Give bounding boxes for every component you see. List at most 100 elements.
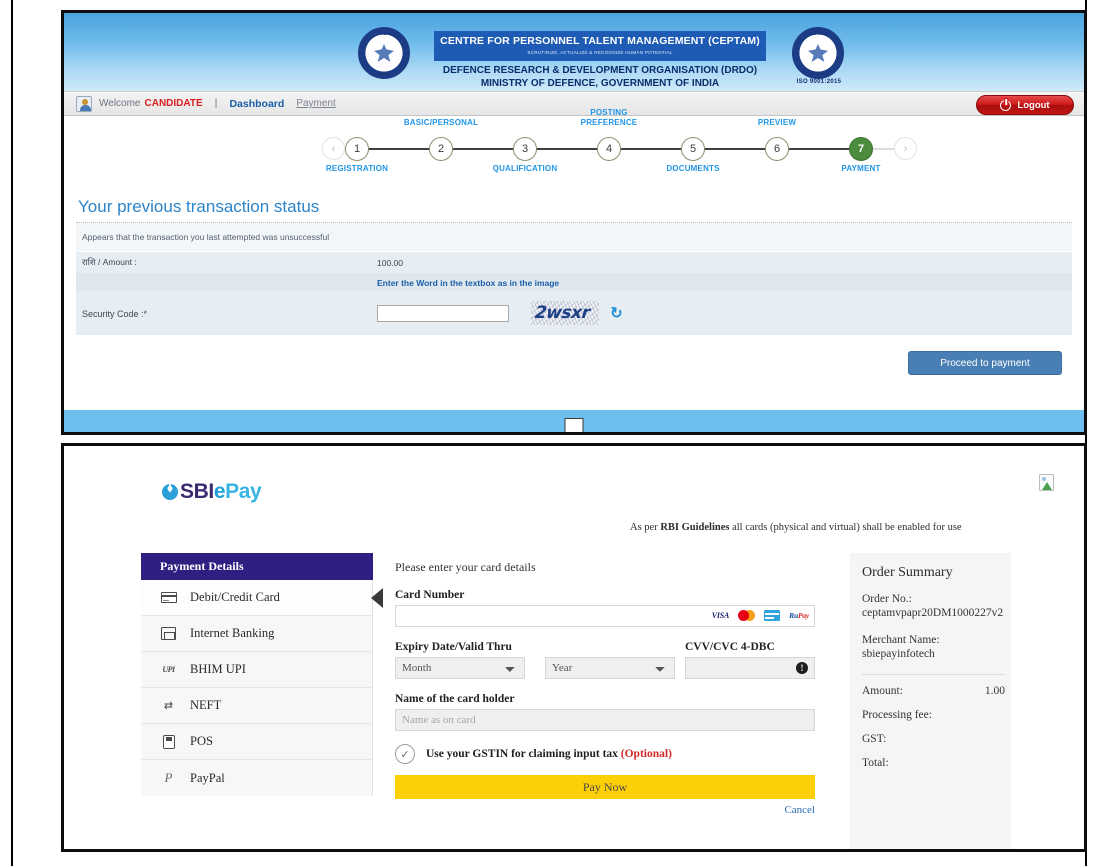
- card-holder-input[interactable]: [395, 709, 815, 731]
- stepper-step-6-label: PREVIEW: [757, 118, 797, 127]
- payment-method-internet-banking[interactable]: Internet Banking: [141, 616, 372, 652]
- credit-card-icon: [160, 591, 177, 605]
- security-code-label: Security Code :: [82, 309, 144, 319]
- nav-link-dashboard[interactable]: Dashboard: [229, 98, 284, 110]
- sbiepay-payment-window: SBI e Pay As per RBI Guidelines all card…: [61, 443, 1087, 852]
- payment-method-paypal[interactable]: P PayPal: [141, 760, 372, 796]
- stepper-step-4[interactable]: 4: [597, 137, 621, 161]
- merchant-name-label: Merchant Name:: [862, 634, 940, 646]
- selected-method-caret-icon: [371, 588, 383, 608]
- payment-method-label: BHIM UPI: [190, 662, 246, 676]
- sbiepay-logo: SBI e Pay: [162, 480, 262, 504]
- refresh-captcha-icon[interactable]: ↻: [609, 303, 624, 323]
- stepper-step-5[interactable]: 5: [681, 137, 705, 161]
- order-number-value: ceptamvpapr20DM1000227v2: [862, 607, 1004, 619]
- page-frame: DRDO DRDO CENTRE FOR PERSONNEL TALENT MA…: [11, 0, 1087, 866]
- broken-image-icon: [1039, 474, 1054, 491]
- status-message: Appears that the transaction you last at…: [76, 223, 1072, 252]
- ceptam-application-window: DRDO DRDO CENTRE FOR PERSONNEL TALENT MA…: [61, 10, 1087, 435]
- stepper-prev-button[interactable]: ‹: [322, 137, 345, 160]
- rbi-guidelines-note: As per RBI Guidelines all cards (physica…: [630, 522, 962, 533]
- captcha-image: 2wsxr: [531, 301, 600, 325]
- total-label: Total:: [862, 757, 889, 769]
- cancel-link[interactable]: Cancel: [395, 804, 815, 816]
- stepper-step-5-number: 5: [689, 143, 697, 155]
- upi-icon: UPI: [162, 665, 175, 674]
- rbi-note-prefix: As per: [630, 522, 661, 533]
- mastercard-icon: [738, 610, 756, 621]
- logout-button[interactable]: Logout: [976, 95, 1074, 115]
- stepper-step-7[interactable]: 7: [849, 137, 873, 161]
- drdo-logo-top-text: DRDO: [377, 31, 391, 36]
- drdo-logo-bottom-text: DRDO: [377, 70, 391, 76]
- merchant-name-value: sbiepayinfotech: [862, 648, 935, 660]
- sbiepay-logo-sbi: SBI: [180, 480, 214, 503]
- paypal-icon: P: [164, 770, 173, 785]
- stepper-step-3[interactable]: 3: [513, 137, 537, 161]
- stepper-step-2[interactable]: 2: [429, 137, 453, 161]
- stepper-step-7-label: PAYMENT: [841, 164, 881, 173]
- payment-methods-list: Debit/Credit Card Internet Banking UPI B…: [141, 580, 383, 796]
- rbi-note-bold: RBI Guidelines: [660, 522, 730, 533]
- sbiepay-logo-pay: Pay: [225, 480, 262, 503]
- gstin-checkbox[interactable]: ✓: [395, 744, 415, 764]
- card-number-label: Card Number: [395, 589, 465, 601]
- security-code-input[interactable]: [377, 304, 509, 322]
- ceptam-title-bar: CENTRE FOR PERSONNEL TALENT MANAGEMENT (…: [434, 31, 766, 61]
- pay-now-button[interactable]: Pay Now: [395, 775, 815, 799]
- ceptam-logo-icon: CEPTAM CEPTAM: [792, 27, 844, 79]
- order-number-block: Order No.: ceptamvpapr20DM1000227v2: [862, 592, 1011, 620]
- captcha-hint-text: Enter the Word in the textbox as in the …: [377, 278, 560, 288]
- bank-icon: [160, 627, 177, 641]
- ceptam-logo-top-text: CEPTAM: [809, 31, 827, 36]
- payment-details-table: राशि / Amount : 100.00 Enter the Word in…: [76, 252, 1072, 335]
- order-summary-divider: [862, 674, 1005, 675]
- payment-method-label: PayPal: [190, 770, 225, 785]
- order-number-label: Order No.:: [862, 593, 912, 605]
- processing-fee-line: Processing fee:: [862, 709, 1005, 721]
- stepper-step-2-label: BASIC/PERSONAL: [403, 118, 479, 127]
- rbi-note-suffix: all cards (physical and virtual) shall b…: [729, 522, 962, 533]
- maestro-icon: [764, 610, 781, 621]
- amount-value: 100.00: [371, 252, 1072, 273]
- stepper-step-4-number: 4: [605, 143, 613, 155]
- iso-certification-text: ISO 9001:2015: [796, 79, 842, 85]
- progress-stepper: ‹ 1 REGISTRATION 2 BASIC/PERSONAL 3 QUAL…: [64, 108, 1084, 191]
- payment-method-bhim-upi[interactable]: UPI BHIM UPI: [141, 652, 372, 688]
- cvv-info-icon[interactable]: !: [796, 662, 808, 674]
- stepper-step-6[interactable]: 6: [765, 137, 789, 161]
- stepper-step-7-number: 7: [857, 143, 865, 155]
- sbi-keyhole-icon: [162, 484, 178, 500]
- drdo-ministry-line: MINISTRY OF DEFENCE, GOVERNMENT OF INDIA: [480, 78, 720, 89]
- payment-method-pos[interactable]: POS: [141, 724, 372, 760]
- payment-method-debit-credit-card[interactable]: Debit/Credit Card: [141, 580, 383, 616]
- payment-panel: Payment Details Debit/Credit Card Intern…: [141, 553, 1011, 849]
- stepper-step-1-number: 1: [353, 143, 361, 155]
- welcome-username: CANDIDATE: [144, 98, 203, 109]
- ceptam-title: CENTRE FOR PERSONNEL TALENT MANAGEMENT (…: [440, 35, 760, 47]
- drdo-org-line: DEFENCE RESEARCH & DEVELOPMENT ORGANISAT…: [442, 65, 758, 76]
- nav-link-payment[interactable]: Payment: [296, 98, 335, 109]
- table-row-captcha-hint: Enter the Word in the textbox as in the …: [76, 273, 1072, 291]
- stepper-step-1[interactable]: 1: [345, 137, 369, 161]
- stepper-step-5-label: DOCUMENTS: [666, 164, 720, 173]
- gstin-optional-text: (Optional): [620, 748, 672, 760]
- welcome-text: Welcome: [99, 98, 141, 109]
- footer-marker: [564, 418, 584, 432]
- captcha-text: 2wsxr: [534, 303, 592, 323]
- form-intro-text: Please enter your card details: [395, 560, 536, 574]
- expiry-year-select[interactable]: Year: [545, 657, 675, 679]
- transaction-status-content: Your previous transaction status Appears…: [64, 191, 1084, 391]
- order-amount-line: Amount: 1.00: [862, 685, 1005, 697]
- stepper-next-button[interactable]: ›: [894, 137, 917, 160]
- table-row-security-code: Security Code :* 2wsxr ↻: [76, 291, 1072, 335]
- amount-label: राशि / Amount :: [76, 252, 371, 273]
- gstin-label-text: Use your GSTIN for claiming input tax: [426, 748, 618, 760]
- expiry-month-select[interactable]: Month: [395, 657, 525, 679]
- logout-label: Logout: [1017, 99, 1050, 111]
- card-holder-label: Name of the card holder: [395, 693, 515, 705]
- rupay-icon: RuPay: [789, 611, 809, 620]
- proceed-to-payment-button[interactable]: Proceed to payment: [908, 351, 1062, 375]
- payment-details-header: Payment Details: [141, 553, 373, 580]
- payment-method-neft[interactable]: ⇄ NEFT: [141, 688, 372, 724]
